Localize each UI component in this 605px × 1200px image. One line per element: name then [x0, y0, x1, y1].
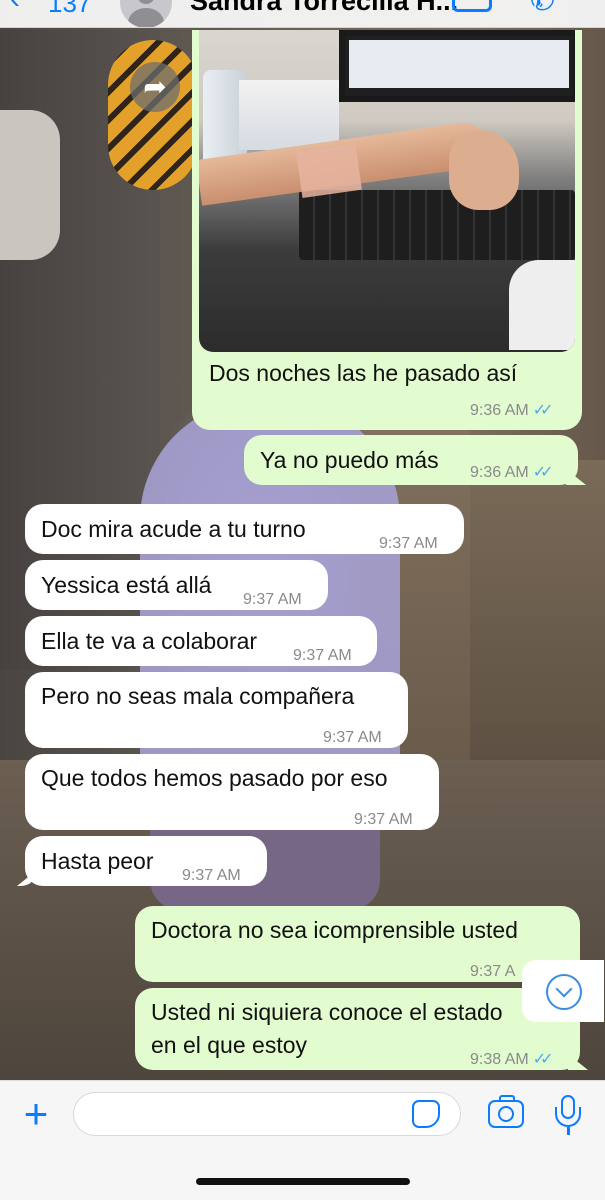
message-bubble[interactable]: Doctora no sea icomprensible usted 9:37 … — [135, 906, 580, 982]
message-text: Dos noches las he pasado así — [209, 360, 518, 386]
message-bubble[interactable]: Que todos hemos pasado por eso 9:37 AM — [25, 754, 439, 830]
forward-icon[interactable]: ➦ — [130, 62, 180, 112]
message-text: Que todos hemos pasado por eso — [41, 765, 388, 791]
microphone-icon[interactable] — [553, 1095, 583, 1137]
message-time: 9:36 AM ✓✓ — [470, 402, 554, 419]
image-message[interactable]: Dos noches las he pasado así 9:36 AM ✓✓ — [192, 30, 582, 430]
home-indicator — [196, 1178, 410, 1185]
message-text-line-1: Usted ni siquiera conoce el estado — [151, 999, 503, 1025]
back-count[interactable]: 137 — [48, 0, 91, 19]
chevron-down-circle-icon — [546, 974, 582, 1010]
message-text: Yessica está allá — [41, 572, 212, 598]
message-bubble[interactable]: Ya no puedo más 9:36 AM ✓✓ — [244, 435, 578, 485]
message-bubble[interactable]: Doc mira acude a tu turno 9:37 AM — [25, 504, 464, 554]
message-time: 9:37 AM — [293, 647, 352, 664]
attached-photo[interactable] — [199, 30, 575, 352]
camera-icon[interactable] — [488, 1095, 524, 1128]
message-time: 9:37 A — [470, 963, 516, 980]
message-time: 9:37 AM — [182, 867, 241, 884]
avatar[interactable] — [120, 0, 172, 27]
message-bubble[interactable]: Ella te va a colaborar 9:37 AM — [25, 616, 377, 666]
plus-icon[interactable]: + — [18, 1093, 54, 1135]
message-text: Ya no puedo más — [260, 447, 439, 473]
message-time: 9:36 AM ✓✓ — [470, 457, 554, 489]
sticker-icon[interactable] — [412, 1100, 440, 1128]
scroll-to-bottom-button[interactable] — [522, 960, 604, 1022]
message-text: Doctora no sea icomprensible usted — [151, 917, 518, 943]
message-bubble[interactable]: Pero no seas mala compañera 9:37 AM — [25, 672, 408, 748]
message-time: 9:37 AM — [323, 729, 382, 746]
message-text: Hasta peor — [41, 848, 154, 874]
message-text: Doc mira acude a tu turno — [41, 516, 306, 542]
message-time: 9:37 AM — [243, 591, 302, 608]
read-receipt-icon: ✓✓ — [532, 1051, 554, 1068]
message-text: Pero no seas mala compañera — [41, 683, 355, 709]
video-camera-icon[interactable] — [452, 0, 492, 12]
phone-icon[interactable]: ✆ — [530, 0, 564, 16]
message-time: 9:37 AM — [379, 535, 438, 552]
message-text-line-2: en el que estoy — [151, 1032, 308, 1058]
read-receipt-icon: ✓✓ — [532, 402, 554, 419]
message-input[interactable] — [73, 1092, 461, 1136]
read-receipt-icon: ✓✓ — [532, 464, 554, 481]
chat-header: ‹ 137 Sandra Torrecilla H... ✆ — [0, 0, 605, 28]
message-time: 9:38 AM ✓✓ — [470, 1044, 554, 1076]
message-bubble[interactable]: Yessica está allá 9:37 AM — [25, 560, 328, 610]
message-bubble[interactable]: Hasta peor 9:37 AM — [25, 836, 267, 886]
message-bubble[interactable]: Usted ni siquiera conoce el estado en el… — [135, 988, 580, 1070]
message-time: 9:37 AM — [354, 811, 413, 828]
contact-name[interactable]: Sandra Torrecilla H... — [190, 0, 458, 17]
chevron-left-icon[interactable]: ‹ — [10, 0, 36, 14]
message-text: Ella te va a colaborar — [41, 628, 258, 654]
